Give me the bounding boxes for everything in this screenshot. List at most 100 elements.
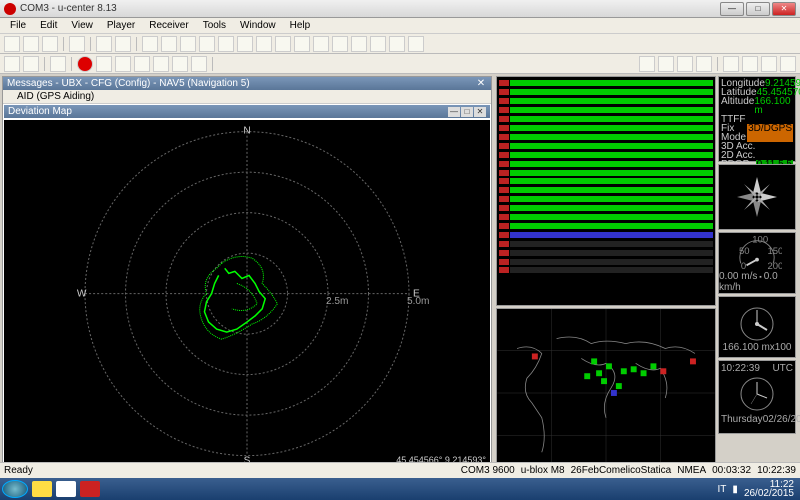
view6-icon[interactable] xyxy=(237,36,253,52)
chrome-taskbar-icon[interactable] xyxy=(56,481,76,497)
sig3-icon[interactable] xyxy=(677,56,693,72)
start-orb-icon[interactable] xyxy=(2,480,28,498)
info-row: Fix Mode3D/DGPS xyxy=(721,124,793,142)
explorer-taskbar-icon[interactable] xyxy=(32,481,52,497)
menu-receiver[interactable]: Receiver xyxy=(143,19,194,32)
view8-icon[interactable] xyxy=(275,36,291,52)
info-panel: Longitude9.2145957Latitude45.4545707Alti… xyxy=(718,76,796,162)
signal-panel[interactable] xyxy=(496,76,716,306)
messages-titlebar[interactable]: Messages - UBX - CFG (Config) - NAV5 (Na… xyxy=(3,77,491,90)
tool4-icon[interactable] xyxy=(780,56,796,72)
signal-row xyxy=(499,257,713,266)
view9-icon[interactable] xyxy=(294,36,310,52)
menu-tools[interactable]: Tools xyxy=(197,19,232,32)
svg-text:50: 50 xyxy=(739,246,750,257)
view7-icon[interactable] xyxy=(256,36,272,52)
close-button[interactable]: ✕ xyxy=(772,2,796,16)
svg-text:N: N xyxy=(243,126,250,137)
open-icon[interactable] xyxy=(23,36,39,52)
view12-icon[interactable] xyxy=(351,36,367,52)
sig4-icon[interactable] xyxy=(696,56,712,72)
devmap-min-icon[interactable]: — xyxy=(448,107,460,117)
tray-flag-icon[interactable]: ▮ xyxy=(732,484,738,495)
deviation-map[interactable]: N S E W 2.5m 5.0m 45.454566° 9.214593° xyxy=(4,120,490,467)
status-t1: 00:03:32 xyxy=(712,465,751,476)
ff-icon[interactable] xyxy=(172,56,188,72)
signal-row xyxy=(499,79,713,88)
play-icon[interactable] xyxy=(115,56,131,72)
signal-row xyxy=(499,266,713,275)
svg-text:200: 200 xyxy=(767,261,782,271)
messages-tree-item[interactable]: AID (GPS Aiding) xyxy=(3,90,491,104)
sig2-icon[interactable] xyxy=(658,56,674,72)
toolbar-2 xyxy=(0,54,800,74)
cut-icon[interactable] xyxy=(96,36,112,52)
tool2-icon[interactable] xyxy=(742,56,758,72)
menu-window[interactable]: Window xyxy=(234,19,282,32)
status-proto: NMEA xyxy=(677,465,706,476)
maximize-button[interactable]: □ xyxy=(746,2,770,16)
window-title: COM3 - u-center 8.13 xyxy=(20,3,720,14)
devmap-close-icon[interactable]: ✕ xyxy=(474,107,486,117)
step-icon[interactable] xyxy=(153,56,169,72)
signal-row xyxy=(499,159,713,168)
world-map-panel[interactable] xyxy=(496,308,716,478)
pause-icon[interactable] xyxy=(134,56,150,72)
messages-title: Messages - UBX - CFG (Config) - NAV5 (Na… xyxy=(7,78,250,89)
connect-icon[interactable] xyxy=(4,56,20,72)
tray-lang[interactable]: IT xyxy=(718,484,727,495)
tool1-icon[interactable] xyxy=(723,56,739,72)
sig1-icon[interactable] xyxy=(639,56,655,72)
compass-panel xyxy=(718,164,796,230)
copy-icon[interactable] xyxy=(115,36,131,52)
speed-gauge: 050100150200 0.00 m/s ▪ 0.0 km/h xyxy=(718,232,796,294)
view3-icon[interactable] xyxy=(180,36,196,52)
menu-view[interactable]: View xyxy=(65,19,99,32)
ucenter-taskbar-icon[interactable] xyxy=(80,481,100,497)
menu-player[interactable]: Player xyxy=(101,19,141,32)
devmap-title: Deviation Map xyxy=(8,106,72,117)
menu-file[interactable]: File xyxy=(4,19,32,32)
disconnect-icon[interactable] xyxy=(23,56,39,72)
signal-row xyxy=(499,195,713,204)
devmap-max-icon[interactable]: □ xyxy=(461,107,473,117)
status-file: 26FebComelicoStatica xyxy=(571,465,672,476)
view13-icon[interactable] xyxy=(370,36,386,52)
eject-icon[interactable] xyxy=(50,56,66,72)
view15-icon[interactable] xyxy=(408,36,424,52)
print-icon[interactable] xyxy=(69,36,85,52)
devmap-titlebar[interactable]: Deviation Map — □ ✕ xyxy=(4,105,490,118)
svg-text:2.5m: 2.5m xyxy=(326,296,348,307)
new-icon[interactable] xyxy=(4,36,20,52)
view10-icon[interactable] xyxy=(313,36,329,52)
save-icon[interactable] xyxy=(42,36,58,52)
svg-text:W: W xyxy=(77,289,87,300)
messages-close-icon[interactable]: ✕ xyxy=(475,78,487,89)
end-icon[interactable] xyxy=(191,56,207,72)
taskbar[interactable]: IT ▮ 11:2226/02/2015 xyxy=(0,478,800,500)
view14-icon[interactable] xyxy=(389,36,405,52)
status-device: u-blox M8 xyxy=(521,465,565,476)
view4-icon[interactable] xyxy=(199,36,215,52)
stop-icon[interactable] xyxy=(96,56,112,72)
signal-row xyxy=(499,115,713,124)
menu-help[interactable]: Help xyxy=(284,19,317,32)
status-ready: Ready xyxy=(4,465,33,476)
view5-icon[interactable] xyxy=(218,36,234,52)
signal-row xyxy=(499,213,713,222)
clock-panel: 10:22:39UTC Thursday02/26/2015 xyxy=(718,360,796,434)
signal-row xyxy=(499,132,713,141)
minimize-button[interactable]: — xyxy=(720,2,744,16)
view1-icon[interactable] xyxy=(142,36,158,52)
view2-icon[interactable] xyxy=(161,36,177,52)
signal-row xyxy=(499,248,713,257)
status-t2: 10:22:39 xyxy=(757,465,796,476)
svg-text:0: 0 xyxy=(741,261,746,271)
menu-edit[interactable]: Edit xyxy=(34,19,63,32)
signal-row xyxy=(499,222,713,231)
signal-row xyxy=(499,177,713,186)
view11-icon[interactable] xyxy=(332,36,348,52)
record-icon[interactable] xyxy=(77,56,93,72)
tool3-icon[interactable] xyxy=(761,56,777,72)
tray-clock[interactable]: 11:2226/02/2015 xyxy=(744,480,794,498)
